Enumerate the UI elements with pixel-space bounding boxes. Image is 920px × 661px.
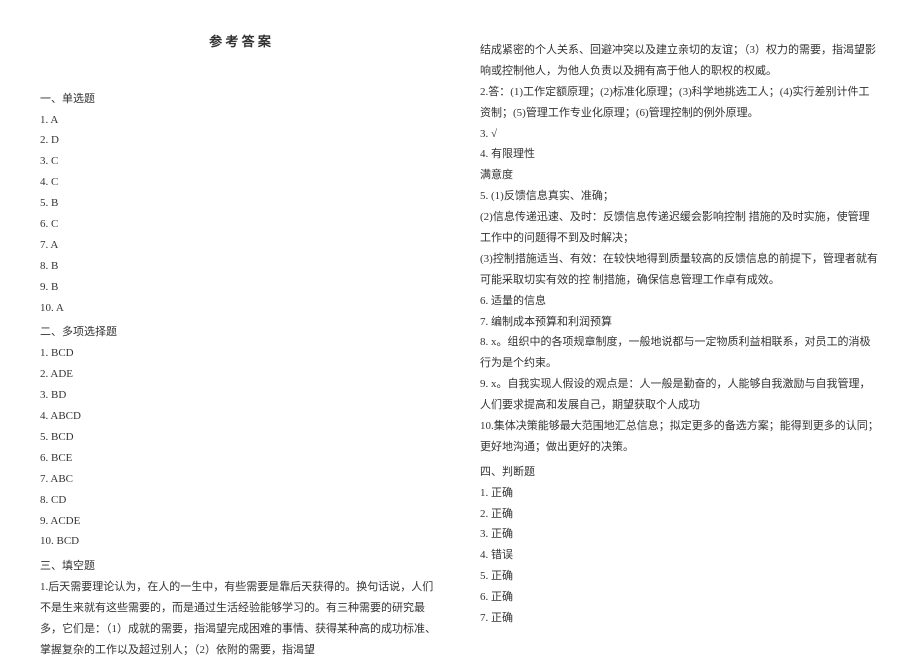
judge-item: 7. 正确 [480,608,880,629]
answer-item: 7. ABC [40,469,440,490]
answer-q5b: (2)信息传递迅速、及时：反馈信息传递迟缓会影响控制 措施的及时实施，使管理工作… [480,207,880,249]
answer-item: 3. C [40,151,440,172]
answer-item: 1. BCD [40,343,440,364]
answer-item: 7. A [40,235,440,256]
answer-q5c: (3)控制措施适当、有效：在较快地得到质量较高的反馈信息的前提下，管理者就有可能… [480,249,880,291]
judge-item: 6. 正确 [480,587,880,608]
answer-item: 2. ADE [40,364,440,385]
answer-item: 10. BCD [40,531,440,552]
answer-q6: 6. 适量的信息 [480,291,880,312]
judge-item: 2. 正确 [480,504,880,525]
answer-item: 4. ABCD [40,406,440,427]
answer-item: 10. A [40,298,440,319]
answer-item: 9. B [40,277,440,298]
answer-q2: 2.答：(1)工作定额原理；(2)标准化原理；(3)科学地挑选工人；(4)实行差… [480,82,880,124]
answer-q4b: 满意度 [480,165,880,186]
answer-item: 8. B [40,256,440,277]
fill-paragraph: 1.后天需要理论认为，在人的一生中，有些需要是靠后天获得的。换句话说，人们不是生… [40,577,440,661]
section-single-choice: 一、单选题 [40,89,440,110]
judge-item: 5. 正确 [480,566,880,587]
judge-item: 4. 错误 [480,545,880,566]
answer-item: 6. C [40,214,440,235]
answer-item: 2. D [40,130,440,151]
answer-q5a: 5. (1)反馈信息真实、准确； [480,186,880,207]
answer-item: 9. ACDE [40,511,440,532]
answer-item: 4. C [40,172,440,193]
section-fill-blank: 三、填空题 [40,556,440,577]
answer-q7: 7. 编制成本预算和利润预算 [480,312,880,333]
fill-continuation: 结成紧密的个人关系、回避冲突以及建立亲切的友谊；（3）权力的需要，指渴望影响或控… [480,40,880,82]
section-multi-choice: 二、多项选择题 [40,322,440,343]
answer-item: 5. B [40,193,440,214]
answer-q9: 9. x。自我实现人假设的观点是：人一般是勤奋的，人能够自我激励与自我管理，人们… [480,374,880,416]
answer-item: 1. A [40,110,440,131]
answer-item: 6. BCE [40,448,440,469]
answer-item: 3. BD [40,385,440,406]
answer-q8: 8. x。组织中的各项规章制度，一般地说都与一定物质利益相联系，对员工的消极行为… [480,332,880,374]
right-column: 结成紧密的个人关系、回避冲突以及建立亲切的友谊；（3）权力的需要，指渴望影响或控… [480,30,880,621]
answer-item: 5. BCD [40,427,440,448]
answer-q10: 10.集体决策能够最大范围地汇总信息；拟定更多的备选方案；能得到更多的认同；更好… [480,416,880,458]
answer-q3: 3. √ [480,124,880,145]
judge-item: 1. 正确 [480,483,880,504]
page-title: 参 考 答 案 [40,30,440,55]
section-judge: 四、判断题 [480,462,880,483]
left-column: 参 考 答 案 一、单选题 1. A 2. D 3. C 4. C 5. B 6… [40,30,440,621]
answer-item: 8. CD [40,490,440,511]
judge-item: 3. 正确 [480,524,880,545]
answer-q4a: 4. 有限理性 [480,144,880,165]
